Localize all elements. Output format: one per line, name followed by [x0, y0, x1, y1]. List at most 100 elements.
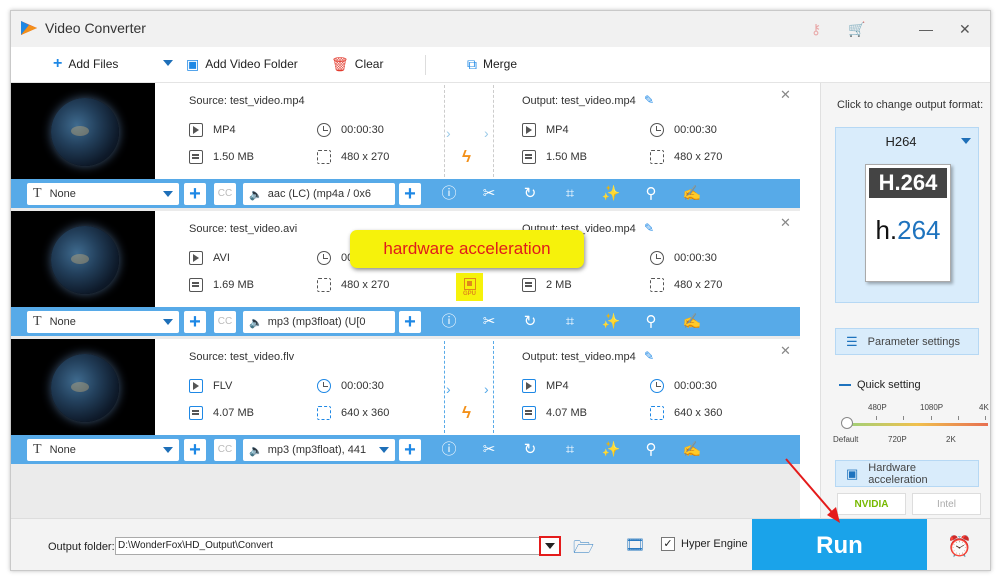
open-folder-icon[interactable]: 🗁	[573, 535, 594, 564]
cart-icon[interactable]: 🛒	[847, 19, 867, 39]
remove-item-icon[interactable]: ✕	[780, 215, 791, 231]
remove-item-icon[interactable]: ✕	[780, 87, 791, 103]
edit-icon[interactable]: ✍	[682, 184, 702, 204]
clock-icon	[650, 123, 664, 137]
watermark-icon[interactable]: ⚲	[641, 440, 661, 460]
intel-option[interactable]: Intel	[912, 493, 981, 515]
trim-icon[interactable]: ✂	[479, 312, 499, 332]
list-item: Source: test_video.flv FLV 00:00:30 4.07…	[11, 339, 800, 464]
video-thumbnail[interactable]	[11, 211, 155, 307]
hyper-engine-checkbox[interactable]: ✓	[661, 537, 675, 551]
rotate-icon[interactable]: ↻	[520, 440, 540, 460]
file-size-icon	[522, 406, 536, 420]
edit-name-icon[interactable]: ✎	[644, 221, 654, 235]
rotate-icon[interactable]: ↻	[520, 184, 540, 204]
resolution-icon	[317, 150, 331, 164]
add-audio-button[interactable]: +	[399, 183, 421, 205]
trim-icon[interactable]: ✂	[479, 440, 499, 460]
add-subtitle-button[interactable]: +	[184, 183, 206, 205]
subtitle-select[interactable]: T None	[27, 311, 179, 333]
info-icon[interactable]: ⓘ	[439, 184, 459, 204]
edit-name-icon[interactable]: ✎	[644, 349, 654, 363]
output-resolution-value: 640 x 360	[674, 407, 723, 419]
add-files-button[interactable]: + Add Files	[53, 56, 118, 72]
effects-icon[interactable]: ✨	[601, 440, 621, 460]
subtitle-select[interactable]: T None	[27, 183, 179, 205]
quality-slider[interactable]	[846, 423, 988, 426]
hardware-acceleration-button[interactable]: ▣ Hardware acceleration	[835, 460, 979, 487]
cc-icon[interactable]: CC	[214, 439, 236, 461]
video-thumbnail[interactable]	[11, 339, 155, 435]
crop-icon[interactable]: ⌗	[560, 312, 580, 332]
rotate-icon[interactable]: ↻	[520, 312, 540, 332]
resolution-icon	[650, 150, 664, 164]
gpu-label: GPU	[462, 290, 476, 297]
output-format-name: H264	[885, 134, 917, 149]
remove-item-icon[interactable]: ✕	[780, 343, 791, 359]
file-list: Source: test_video.mp4 MP4 00:00:30 1.50…	[11, 83, 800, 518]
file-size-icon	[189, 150, 203, 164]
hyper-engine-label: Hyper Engine	[681, 538, 748, 550]
item-toolbar: T None + CC 🔈 aac (LC) (mp4a / 0x6 + ⓘ ✂ ↻…	[11, 179, 800, 208]
crop-icon[interactable]: ⌗	[560, 440, 580, 460]
clear-button[interactable]: 🗑 Clear	[331, 57, 383, 71]
quick-setting-text: Quick setting	[857, 379, 921, 391]
output-folder-input[interactable]: D:\WonderFox\HD_Output\Convert	[115, 537, 561, 555]
source-resolution-value: 480 x 270	[341, 151, 390, 163]
add-files-dropdown[interactable]	[163, 60, 173, 66]
edit-icon[interactable]: ✍	[682, 440, 702, 460]
minimize-button[interactable]: —	[919, 21, 933, 37]
watermark-icon[interactable]: ⚲	[641, 184, 661, 204]
merge-button[interactable]: ⧉ Merge	[467, 57, 517, 71]
trim-icon[interactable]: ✂	[479, 184, 499, 204]
parameter-settings-button[interactable]: ☰ Parameter settings	[835, 328, 979, 355]
close-window-button[interactable]: ✕	[959, 21, 971, 38]
slider-tick	[876, 416, 877, 420]
output-format-value: MP4	[546, 380, 569, 392]
output-settings-panel: Click to change output format: H264 H.26…	[820, 83, 990, 518]
speaker-icon: 🔈	[249, 444, 263, 457]
alarm-clock-icon[interactable]: ⏰	[947, 534, 972, 559]
quality-slider-knob[interactable]	[841, 417, 853, 429]
clock-icon	[317, 123, 331, 137]
edit-icon[interactable]: ✍	[682, 312, 702, 332]
add-audio-button[interactable]: +	[399, 439, 421, 461]
cc-icon[interactable]: CC	[214, 311, 236, 333]
audio-track-select[interactable]: 🔈 aac (LC) (mp4a / 0x6	[243, 183, 395, 205]
add-subtitle-button[interactable]: +	[184, 439, 206, 461]
video-output-icon[interactable]: 🎞	[625, 535, 645, 555]
format-icon	[189, 123, 203, 137]
text-icon: T	[33, 186, 42, 201]
key-icon[interactable]: ⚷	[806, 19, 826, 39]
edit-name-icon[interactable]: ✎	[644, 93, 654, 107]
output-format-selector[interactable]: H264 H.264 h.264	[835, 127, 979, 303]
list-item: Source: test_video.mp4 MP4 00:00:30 1.50…	[11, 83, 800, 208]
add-video-folder-button[interactable]: ▣ Add Video Folder	[186, 57, 298, 71]
format-icon	[189, 251, 203, 265]
output-folder-dropdown[interactable]	[539, 536, 561, 556]
crop-icon[interactable]: ⌗	[560, 184, 580, 204]
effects-icon[interactable]: ✨	[601, 184, 621, 204]
chevron-right-icon: ›	[446, 125, 451, 141]
format-icon	[189, 379, 203, 393]
audio-track-value: aac (LC) (mp4a / 0x6	[267, 188, 372, 200]
audio-track-select[interactable]: 🔈 mp3 (mp3float) (U[0	[243, 311, 395, 333]
audio-track-select[interactable]: 🔈 mp3 (mp3float), 441	[243, 439, 395, 461]
add-audio-button[interactable]: +	[399, 311, 421, 333]
info-icon[interactable]: ⓘ	[439, 312, 459, 332]
source-name: Source: test_video.flv	[189, 351, 295, 363]
watermark-icon[interactable]: ⚲	[641, 312, 661, 332]
merge-icon: ⧉	[467, 56, 477, 72]
subtitle-select[interactable]: T None	[27, 439, 179, 461]
title-bar: Video Converter ⚷ 🛒 — ✕	[11, 11, 990, 47]
effects-icon[interactable]: ✨	[601, 312, 621, 332]
cc-icon[interactable]: CC	[214, 183, 236, 205]
info-icon[interactable]: ⓘ	[439, 440, 459, 460]
toolbar: + Add Files ▣ Add Video Folder 🗑 Clear ⧉…	[11, 47, 990, 83]
scale-label: 2K	[946, 435, 956, 444]
add-subtitle-button[interactable]: +	[184, 311, 206, 333]
source-format-value: FLV	[213, 380, 233, 392]
chevron-down-icon	[961, 138, 971, 144]
video-thumbnail[interactable]	[11, 83, 155, 179]
file-size-icon	[522, 150, 536, 164]
